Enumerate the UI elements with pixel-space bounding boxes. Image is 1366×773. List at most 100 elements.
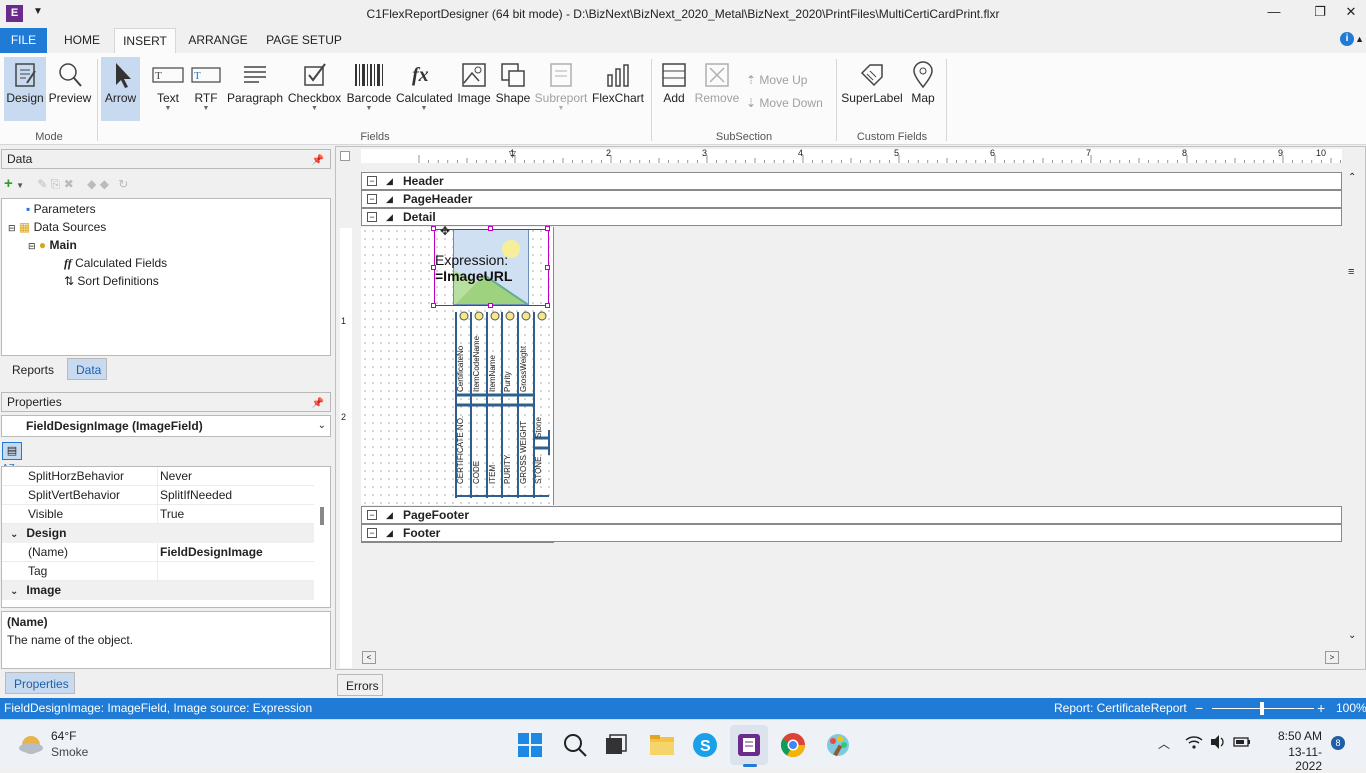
move-up-button[interactable]: ⇡ Move Up xyxy=(746,73,807,87)
delete-icon[interactable]: ✖ xyxy=(64,177,74,191)
column-header[interactable]: GrossWeight xyxy=(519,332,528,392)
barcode-button[interactable]: Barcode ▼ xyxy=(344,57,394,121)
tab-file[interactable]: FILE xyxy=(0,28,47,53)
checkbox-dropdown-icon[interactable]: ▼ xyxy=(287,105,342,112)
prop-row[interactable]: SplitVertBehavior SplitIfNeeded xyxy=(2,486,314,505)
collapse-icon[interactable]: ⌄ xyxy=(2,586,26,597)
selection-outline[interactable] xyxy=(434,229,549,306)
barcode-dropdown-icon[interactable]: ▼ xyxy=(344,105,394,112)
tab-home[interactable]: HOME xyxy=(52,28,112,53)
subreport-dropdown-icon[interactable]: ▼ xyxy=(533,105,589,112)
superlabel-button[interactable]: SuperLabel xyxy=(840,57,904,121)
column-label[interactable]: GROSS WEIGHT xyxy=(519,414,528,484)
chevron-down-icon[interactable]: ⌄ xyxy=(318,416,326,436)
weather-icon[interactable] xyxy=(18,732,44,756)
tree-item-parameters[interactable]: ▪ Parameters xyxy=(26,200,96,218)
edit-icon[interactable]: ✎ xyxy=(37,177,47,191)
arrow-button[interactable]: Arrow xyxy=(101,57,140,121)
resize-handle[interactable] xyxy=(488,303,493,308)
section-pageheader[interactable]: − ◢ PageHeader xyxy=(361,190,1342,208)
collapse-icon[interactable]: − xyxy=(367,510,377,520)
collapse-icon[interactable]: − xyxy=(367,212,377,222)
categorized-icon[interactable]: ▤ xyxy=(2,442,22,460)
prop-row[interactable]: SplitHorzBehavior Never xyxy=(2,467,314,486)
stone-field[interactable]: Stone xyxy=(534,417,543,438)
prop-value[interactable]: True xyxy=(160,505,184,524)
subreport-button[interactable]: Subreport ▼ xyxy=(533,57,589,121)
vertical-scrollbar[interactable]: ⌃ ≡ ⌄ xyxy=(1344,172,1362,648)
column-label[interactable]: CERTIFICATE NO. xyxy=(456,414,465,484)
prop-row[interactable]: Tag xyxy=(2,562,314,581)
property-scrollbar-thumb[interactable] xyxy=(320,507,324,525)
move-down-icon[interactable]: ◆ xyxy=(100,177,109,191)
collapse-icon[interactable]: − xyxy=(367,176,377,186)
image-button[interactable]: Image xyxy=(455,57,493,121)
tab-properties[interactable]: Properties xyxy=(5,672,75,694)
calculated-dropdown-icon[interactable]: ▼ xyxy=(396,105,452,112)
section-pagefooter[interactable]: − ◢ PageFooter xyxy=(361,506,1342,524)
column-label[interactable]: CODE xyxy=(472,414,481,484)
tab-page-setup[interactable]: PAGE SETUP xyxy=(262,28,346,53)
calculated-button[interactable]: fx Calculated ▼ xyxy=(396,57,453,121)
tab-data[interactable]: Data xyxy=(67,358,107,380)
design-button[interactable]: Design xyxy=(4,57,46,121)
checkbox-button[interactable]: Checkbox ▼ xyxy=(287,57,342,121)
tab-reports[interactable]: Reports xyxy=(1,358,65,380)
start-icon[interactable] xyxy=(517,732,543,758)
column-header[interactable]: ItemCodeName xyxy=(472,332,481,392)
help-icon[interactable]: i xyxy=(1340,32,1354,46)
restore-button[interactable]: ❐ xyxy=(1300,4,1340,20)
add-dropdown-icon[interactable]: ▼ xyxy=(16,181,24,190)
skype-icon[interactable]: S xyxy=(692,732,718,758)
column-header[interactable]: CertificateNo xyxy=(456,332,465,392)
resize-handle[interactable] xyxy=(545,226,550,231)
map-button[interactable]: Map xyxy=(906,57,940,121)
task-view-icon[interactable] xyxy=(603,732,629,758)
wifi-icon[interactable] xyxy=(1185,734,1203,753)
resize-handle[interactable] xyxy=(545,265,550,270)
column-header[interactable]: Purity xyxy=(503,332,512,392)
search-icon[interactable] xyxy=(562,732,588,758)
clock-date[interactable]: 13-11-2022 xyxy=(1264,745,1322,773)
collapse-icon[interactable]: ⊟ xyxy=(8,223,16,233)
horizontal-scrollbar[interactable]: < > xyxy=(361,650,1342,666)
resize-handle[interactable] xyxy=(431,265,436,270)
column-header[interactable]: ItemName xyxy=(488,332,497,392)
resize-handle[interactable] xyxy=(431,303,436,308)
column-label[interactable]: PURITY xyxy=(503,414,512,484)
battery-icon[interactable] xyxy=(1233,735,1251,752)
report-designer-taskbar-icon[interactable] xyxy=(736,732,762,758)
section-detail[interactable]: − ◢ Detail xyxy=(361,208,1342,226)
ruler-indent-marker[interactable]: ▽ xyxy=(509,149,516,160)
preview-button[interactable]: Preview xyxy=(48,57,92,121)
collapse-icon[interactable]: ⊟ xyxy=(28,241,36,251)
tree-item-data-sources[interactable]: ⊟ ▦ Data Sources xyxy=(8,218,106,236)
paint-icon[interactable] xyxy=(825,732,851,758)
prop-row[interactable]: Visible True xyxy=(2,505,314,524)
refresh-icon[interactable]: ↻ xyxy=(118,177,128,191)
add-data-icon[interactable]: + xyxy=(4,175,13,192)
scroll-right-icon[interactable]: > xyxy=(1325,651,1339,664)
prop-category-image[interactable]: ⌄ Image xyxy=(2,581,314,600)
text-dropdown-icon[interactable]: ▼ xyxy=(148,105,188,112)
collapse-ribbon-icon[interactable]: ▲ xyxy=(1355,34,1364,44)
flexchart-button[interactable]: FlexChart xyxy=(591,57,645,121)
tray-chevron-icon[interactable]: ︿ xyxy=(1158,735,1170,752)
prop-value[interactable]: SplitIfNeeded xyxy=(160,486,232,505)
section-footer[interactable]: − ◢ Footer xyxy=(361,524,1342,542)
select-all-box[interactable] xyxy=(340,151,350,161)
scroll-down-icon[interactable]: ⌄ xyxy=(1348,630,1356,641)
minimize-button[interactable]: — xyxy=(1254,4,1294,19)
column-label[interactable]: STONE xyxy=(534,450,543,484)
prop-category-design[interactable]: ⌄ Design xyxy=(2,524,314,543)
notification-badge[interactable]: 8 xyxy=(1331,736,1345,750)
remove-subsection-button[interactable]: Remove xyxy=(694,57,740,121)
clock-time[interactable]: 8:50 AM xyxy=(1266,729,1322,743)
resize-handle[interactable] xyxy=(431,226,436,231)
rtf-dropdown-icon[interactable]: ▼ xyxy=(189,105,223,112)
tab-arrange[interactable]: ARRANGE xyxy=(180,28,256,53)
scroll-up-icon[interactable]: ⌃ xyxy=(1348,172,1356,183)
paragraph-button[interactable]: Paragraph xyxy=(226,57,284,121)
rtf-button[interactable]: T RTF ▼ xyxy=(189,57,223,121)
move-handle-icon[interactable]: ✥ xyxy=(440,224,450,238)
